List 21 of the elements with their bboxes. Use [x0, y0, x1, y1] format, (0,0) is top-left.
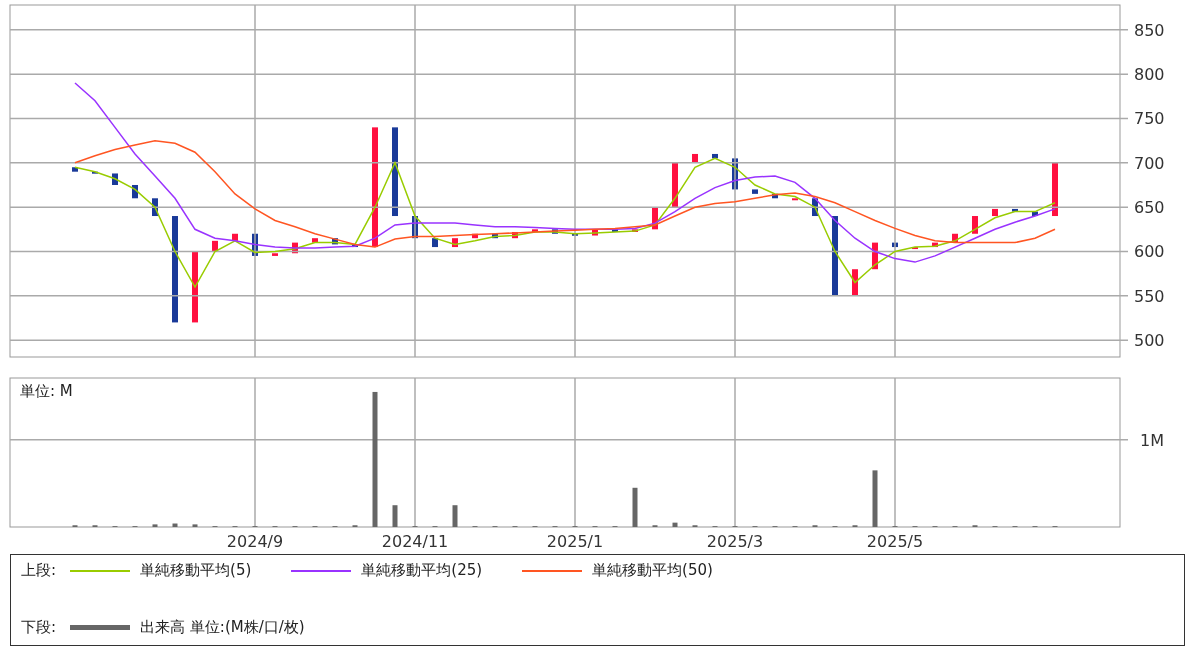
- legend-text: 単純移動平均(50): [592, 561, 713, 580]
- axis-unit-label: 単位: M: [20, 382, 73, 400]
- x-tick-label: 2024/9: [226, 532, 284, 550]
- legend-text: 単純移動平均(25): [361, 561, 483, 580]
- x-tick-label: 2025/3: [706, 532, 764, 550]
- y-tick-label: 800: [1134, 65, 1165, 85]
- y-tick-label: 600: [1134, 242, 1165, 262]
- legend-text: 単純移動平均(5): [140, 561, 252, 580]
- legend-label: 下段:: [21, 618, 57, 637]
- y-tick-label: 500: [1134, 331, 1165, 351]
- x-tick-label: 2024/11: [381, 532, 449, 550]
- legend-text: 出来高 単位:(M株/口/枚): [140, 618, 305, 637]
- y-tick-label: 750: [1134, 109, 1165, 129]
- x-tick-label: 2025/5: [866, 532, 924, 550]
- x-tick-label: 2025/1: [546, 532, 604, 550]
- y-tick-label: 700: [1134, 153, 1165, 173]
- legend-label: 上段:: [21, 561, 57, 580]
- y-tick-label: 1M: [1140, 430, 1164, 450]
- y-tick-label: 850: [1134, 20, 1165, 40]
- y-tick-label: 550: [1134, 286, 1165, 306]
- y-tick-label: 650: [1134, 198, 1165, 218]
